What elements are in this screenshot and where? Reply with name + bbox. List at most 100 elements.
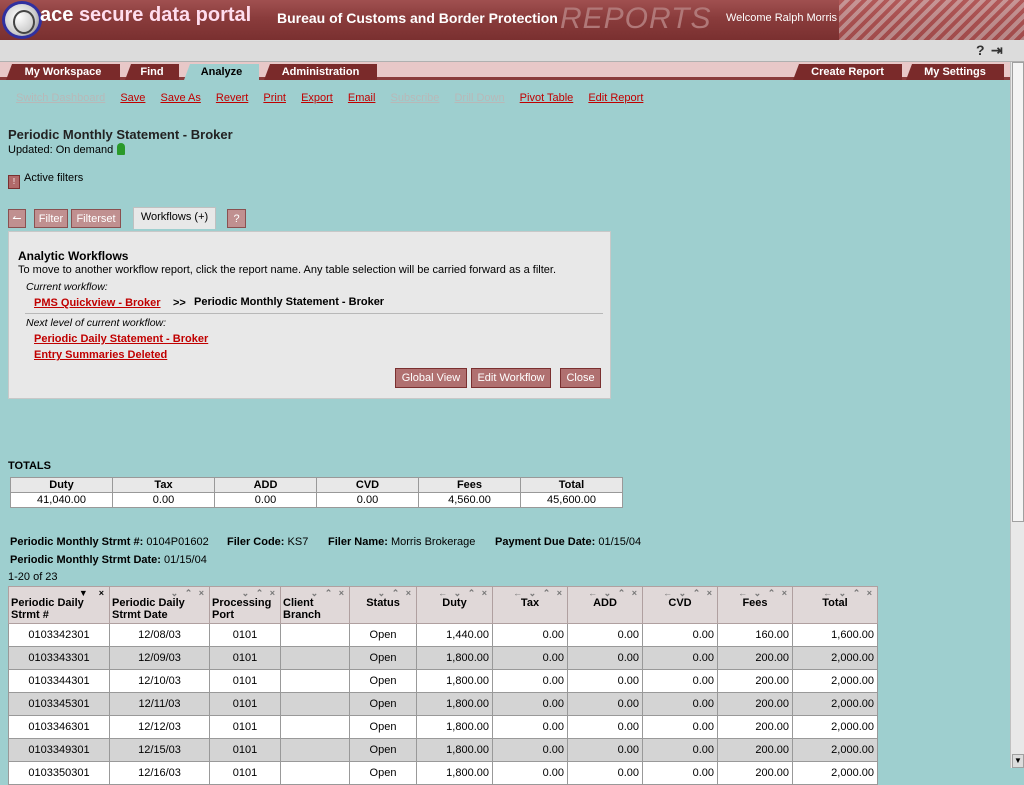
scroll-down-arrow-icon[interactable]: ▼ [1012,754,1024,768]
export-link[interactable]: Export [301,92,333,104]
totals-header: Fees [418,477,521,493]
table-cell: 0101 [209,692,281,716]
active-filters[interactable]: ! Active filters [8,172,83,189]
table-cell: 1,440.00 [416,623,493,647]
table-cell: Open [349,646,417,670]
column-header[interactable]: ⌄ ⌃ × Status [349,586,417,624]
next-workflow-link[interactable]: Periodic Daily Statement - Broker [34,333,208,345]
table-cell: 2,000.00 [792,646,878,670]
column-header[interactable]: ← ⌄ ⌃ × Tax [492,586,568,624]
table-row[interactable]: 0103349301 12/15/03 0101 Open 1,800.00 0.00 0.… [8,738,878,762]
table-cell: 12/11/03 [109,692,210,716]
table-cell: 160.00 [717,623,793,647]
table-cell [280,761,350,785]
column-header[interactable]: ← ⌄ ⌃ × Duty [416,586,493,624]
table-cell [280,692,350,716]
tab-filterset[interactable]: Filterset [71,209,121,228]
workflow-panel: Analytic Workflows To move to another wo… [8,231,611,399]
utility-bar: ? ⇥ [0,40,1024,62]
column-header[interactable]: ← ⌄ ⌃ × ADD [567,586,643,624]
table-row[interactable]: 0103344301 12/10/03 0101 Open 1,800.00 0.00 0.… [8,669,878,693]
table-cell: 0.00 [567,715,643,739]
tab-my-workspace[interactable]: My Workspace [6,64,120,80]
tab-find[interactable]: Find [125,64,179,80]
save-as-link[interactable]: Save As [160,92,200,104]
table-cell: 0.00 [492,646,568,670]
column-header[interactable]: ← ⌄ ⌃ × CVD [642,586,718,624]
payment-due-label: Payment Due Date: [495,536,596,548]
table-row[interactable]: 0103346301 12/12/03 0101 Open 1,800.00 0.00 0.… [8,715,878,739]
email-link[interactable]: Email [348,92,376,104]
table-cell: 0.00 [492,715,568,739]
table-cell: 0103342301 [8,623,110,647]
table-cell: 1,800.00 [416,692,493,716]
logout-icon[interactable]: ⇥ [991,42,1005,58]
column-header[interactable]: ⌄ ⌃ × Processing Port [209,586,281,624]
column-header[interactable]: ← ⌄ ⌃ × Total [792,586,878,624]
table-cell: 200.00 [717,738,793,762]
table-row[interactable]: 0103343301 12/09/03 0101 Open 1,800.00 0.00 0.… [8,646,878,670]
table-cell: 0.00 [492,669,568,693]
table-cell: 0.00 [567,761,643,785]
next-workflow-link[interactable]: Entry Summaries Deleted [34,349,167,361]
table-cell: Open [349,761,417,785]
tab-analyze[interactable]: Analyze [184,64,259,80]
table-cell: 0101 [209,738,281,762]
pms-number: Periodic Monthly Strmt #: 0104P01602 [10,536,209,548]
tab-my-settings[interactable]: My Settings [906,64,1004,80]
column-header[interactable]: ▼ × Periodic Daily Strmt # [8,586,110,624]
table-row[interactable]: 0103345301 12/11/03 0101 Open 1,800.00 0.00 0.… [8,692,878,716]
totals-value: 45,600.00 [520,492,623,508]
report-actions: Switch Dashboard Save Save As Revert Pri… [16,92,655,106]
pivot-table-link[interactable]: Pivot Table [520,92,574,104]
table-row[interactable]: 0103350301 12/16/03 0101 Open 1,800.00 0.00 0.… [8,761,878,785]
table-cell: 0103344301 [8,669,110,693]
active-filters-label: Active filters [24,172,84,184]
revert-link[interactable]: Revert [216,92,248,104]
table-cell: 0103345301 [8,692,110,716]
totals-header: Tax [112,477,215,493]
table-cell [280,669,350,693]
column-header-label: CVD [668,597,692,609]
table-cell: 0.00 [642,715,718,739]
table-cell: 0.00 [642,623,718,647]
pms-date-value: 01/15/04 [164,554,207,566]
table-cell: 200.00 [717,646,793,670]
page-title: Periodic Monthly Statement - Broker [8,127,233,142]
tab-create-report[interactable]: Create Report [793,64,902,80]
table-cell: 2,000.00 [792,738,878,762]
column-header[interactable]: ⌄ ⌃ × Client Branch [280,586,350,624]
totals-label: TOTALS [8,460,51,472]
edit-report-link[interactable]: Edit Report [588,92,643,104]
close-button[interactable]: Close [560,368,601,388]
totals-value: 41,040.00 [10,492,113,508]
save-link[interactable]: Save [120,92,145,104]
print-link[interactable]: Print [263,92,286,104]
tab-workflows[interactable]: Workflows (+) [133,207,216,229]
global-view-button[interactable]: Global View [395,368,467,388]
current-workflow-link[interactable]: PMS Quickview - Broker [34,297,161,309]
panel-help-button[interactable]: ? [227,209,246,228]
table-row[interactable]: 0103342301 12/08/03 0101 Open 1,440.00 0.00 0.… [8,623,878,647]
tab-filter[interactable]: Filter [34,209,68,228]
column-header[interactable]: ⌄ ⌃ × Periodic Daily Strmt Date [109,586,210,624]
filter-toggle-icon[interactable]: ! [8,175,20,189]
brand-portal: secure data portal [78,4,252,26]
scrollbar-thumb[interactable] [1012,62,1024,522]
collapse-panel-icon[interactable]: ↼ [8,209,26,228]
table-cell: 0103350301 [8,761,110,785]
table-cell [280,738,350,762]
column-header-label: ADD [593,597,617,609]
pms-number-label: Periodic Monthly Strmt #: [10,536,144,548]
tab-administration[interactable]: Administration [264,64,377,80]
table-cell: 2,000.00 [792,669,878,693]
table-cell: 1,800.00 [416,738,493,762]
help-icon[interactable]: ? [976,42,990,58]
table-cell: 0.00 [642,646,718,670]
workflow-description: To move to another workflow report, clic… [18,264,557,276]
edit-workflow-button[interactable]: Edit Workflow [471,368,551,388]
vertical-scrollbar[interactable]: ▼ [1010,62,1024,768]
table-cell: 0101 [209,669,281,693]
table-cell: Open [349,623,417,647]
column-header[interactable]: ← ⌄ ⌃ × Fees [717,586,793,624]
